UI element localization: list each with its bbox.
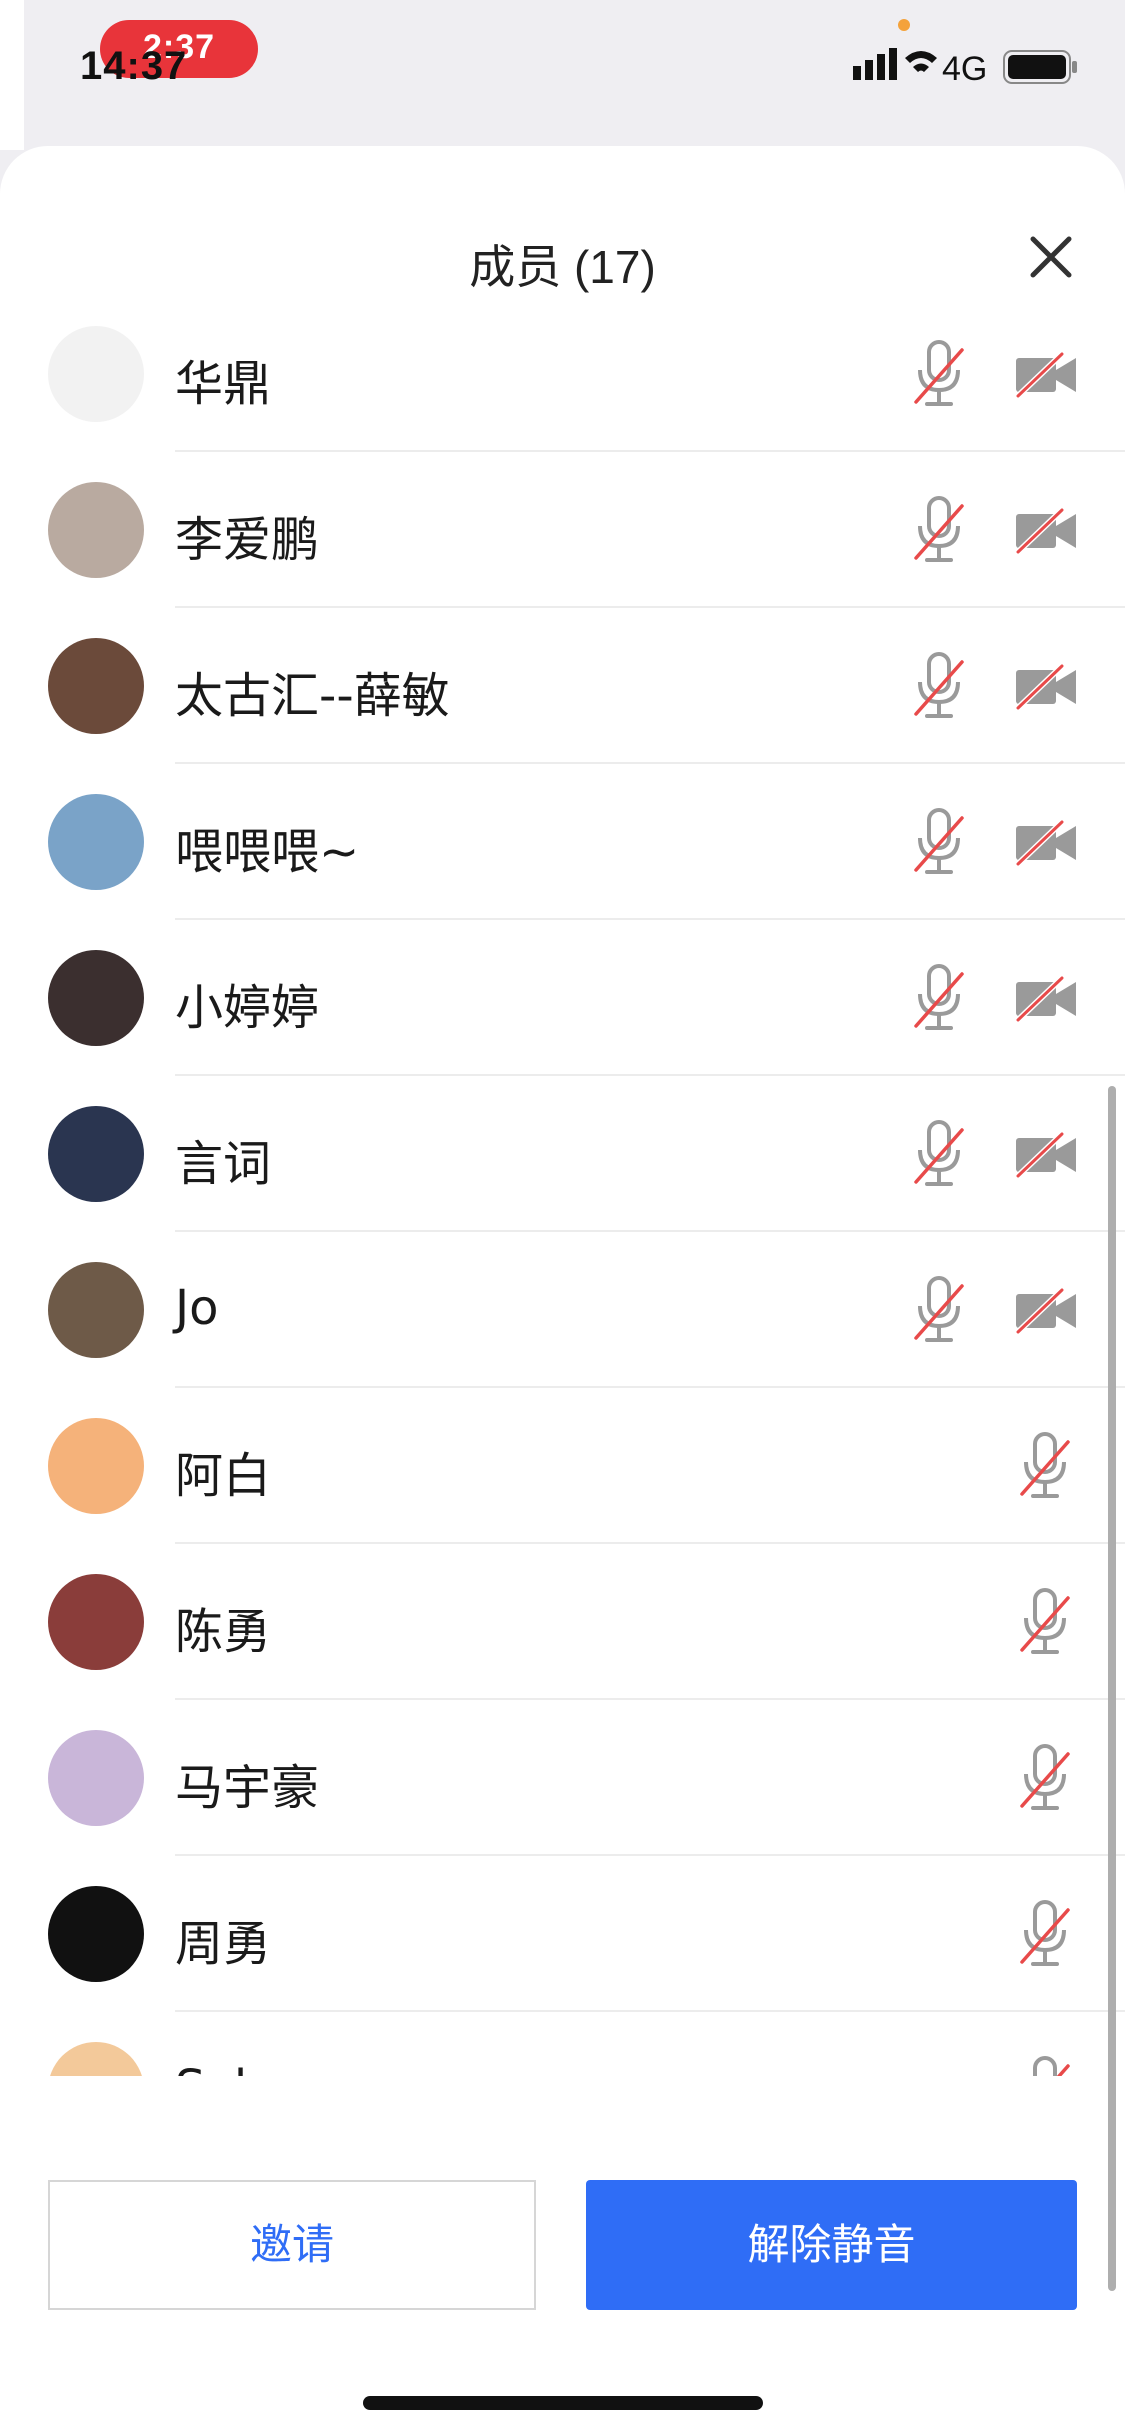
avatar [48,326,144,422]
camera-off-icon [1015,975,1076,1023]
status-bar: 2:37 14:37 4G [0,0,1125,150]
unmute-button[interactable]: 解除静音 [586,2180,1077,2310]
member-name: 李爱鹏 [175,512,320,568]
avatar [48,1730,144,1826]
member-row[interactable]: 李爱鹏 [0,452,1125,608]
mic-muted-icon [914,808,964,874]
network-type: 4G [942,50,988,88]
member-row[interactable]: 周勇 [0,1856,1125,2012]
member-row[interactable]: 喂喂喂~ [0,764,1125,920]
mic-muted-icon [1020,1900,1070,1966]
camera-off-icon [1015,507,1076,555]
mic-muted-icon [914,1120,964,1186]
avatar [48,1418,144,1514]
member-list[interactable]: 华鼎李爱鹏太古汇--薛敏喂喂喂~ 小婷婷言词 Jo 阿白陈勇马宇豪周勇 Sylvanas [0,296,1125,2076]
member-name: 言词 [175,1136,272,1192]
mic-muted-icon [1020,1588,1070,1654]
camera-off-icon [1015,1131,1076,1179]
member-row[interactable]: 太古汇--薛敏 [0,608,1125,764]
privacy-indicator-dot [898,19,910,31]
mic-muted-icon [1020,1432,1070,1498]
member-row[interactable]: 阿白 [0,1388,1125,1544]
home-indicator[interactable] [363,2396,763,2410]
member-name: 太古汇--薛敏 [175,668,450,724]
avatar [48,638,144,734]
mic-muted-icon [1033,2056,1070,2076]
close-icon[interactable] [1025,231,1077,283]
member-name: Jo [175,1280,219,1336]
avatar [48,1262,144,1358]
member-row[interactable]: Sylvanas [0,2012,1125,2076]
avatar [48,794,144,890]
member-row[interactable]: 马宇豪 [0,1700,1125,1856]
member-row[interactable]: 陈勇 [0,1544,1125,1700]
members-sheet: 成员 (17) 华鼎李爱鹏太古汇--薛敏 喂喂喂~ 小婷婷言词 Jo 阿白陈勇马宇豪周勇… [0,146,1125,2436]
avatar [48,950,144,1046]
signal-icon [853,48,937,80]
member-name: 喂喂喂~ [175,824,360,880]
member-name: Sylvanas [175,2060,390,2076]
member-row[interactable]: 华鼎 [0,296,1125,452]
screen: 2:37 14:37 4G 成员 (17) 华鼎李爱鹏太古汇--薛敏 喂喂喂~ 小婷… [0,0,1125,2436]
member-name: 小婷婷 [175,980,320,1036]
mic-muted-icon [914,1276,964,1342]
invite-button[interactable]: 邀请 [48,2180,536,2310]
mic-muted-icon [914,340,964,406]
scrollbar[interactable] [1108,1086,1116,2291]
avatar [48,1886,144,1982]
mic-muted-icon [914,652,964,718]
mic-muted-icon [914,496,964,562]
battery-icon [1003,50,1077,84]
member-row[interactable]: 小婷婷 [0,920,1125,1076]
member-name: 马宇豪 [175,1760,320,1816]
clock: 14:37 [80,44,188,88]
member-name: 华鼎 [175,356,272,412]
edge-strip [0,0,24,150]
camera-off-icon [1015,663,1076,711]
sheet-title: 成员 (17) [469,241,656,293]
avatar [48,2042,144,2076]
avatar [48,1106,144,1202]
mic-muted-icon [1020,1744,1070,1810]
camera-off-icon [1015,1287,1076,1335]
avatar [48,482,144,578]
member-row[interactable]: 言词 [0,1076,1125,1232]
mic-muted-icon [914,964,964,1030]
member-name: 阿白 [175,1448,272,1504]
camera-off-icon [1015,351,1076,399]
member-name: 陈勇 [175,1604,272,1660]
member-name: 周勇 [175,1916,272,1972]
avatar [48,1574,144,1670]
camera-off-icon [1015,819,1076,867]
member-row[interactable]: Jo [0,1232,1125,1388]
